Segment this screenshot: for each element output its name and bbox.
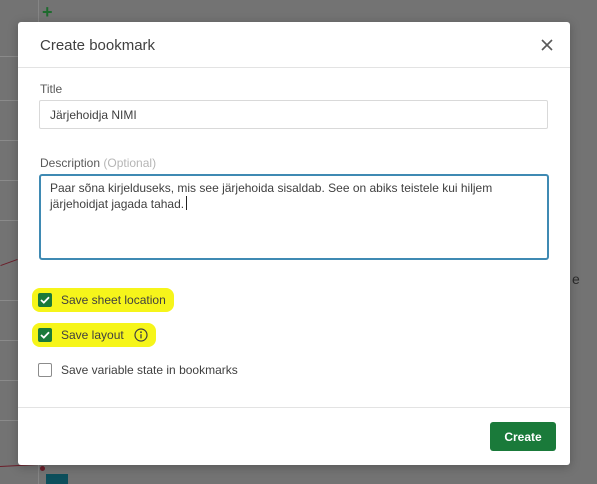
dialog-header: Create bookmark [18,22,570,68]
save-layout-option[interactable]: Save layout [32,323,156,347]
save-variable-state-label: Save variable state in bookmarks [61,363,238,377]
text-cursor [186,196,188,210]
background-gridline [0,380,18,381]
background-chart-point [40,466,45,471]
background-gridline [0,300,18,301]
background-gridline [0,420,18,421]
title-input[interactable] [39,100,548,129]
create-button[interactable]: Create [490,422,556,451]
background-gridline [0,180,18,181]
description-textarea[interactable]: Paar sõna kirjelduseks, mis see järjehoi… [39,174,549,260]
save-variable-state-checkbox[interactable] [38,363,52,377]
save-variable-state-option[interactable]: Save variable state in bookmarks [32,358,238,382]
background-chart-line [0,258,18,267]
save-layout-label: Save layout [61,328,124,342]
dialog-title: Create bookmark [40,37,156,54]
create-bookmark-dialog: Create bookmark Title Description (Optio… [18,22,570,465]
close-icon [541,39,553,51]
info-icon[interactable] [134,328,148,342]
background-chart-bar [46,474,68,484]
description-text: Paar sõna kirjelduseks, mis see järjehoi… [50,181,493,211]
checkmark-icon [40,296,50,304]
description-label-text: Description [40,156,101,170]
checkmark-icon [40,331,50,339]
save-sheet-location-option[interactable]: Save sheet location [32,288,174,312]
description-optional-hint: (Optional) [103,156,157,170]
description-label: Description (Optional) [40,156,156,170]
background-gridline [0,140,18,141]
close-button[interactable] [537,35,557,55]
background-gridline [0,220,18,221]
background-gridline [0,340,18,341]
background-gridline [0,100,18,101]
background-edge-text: e [572,271,580,287]
title-label: Title [40,82,63,96]
save-layout-checkbox[interactable] [38,328,52,342]
save-sheet-location-checkbox[interactable] [38,293,52,307]
save-sheet-location-label: Save sheet location [61,293,166,307]
dialog-footer: Create [18,407,570,465]
background-plus-sign: + [42,2,53,22]
background-gridline [0,56,18,57]
